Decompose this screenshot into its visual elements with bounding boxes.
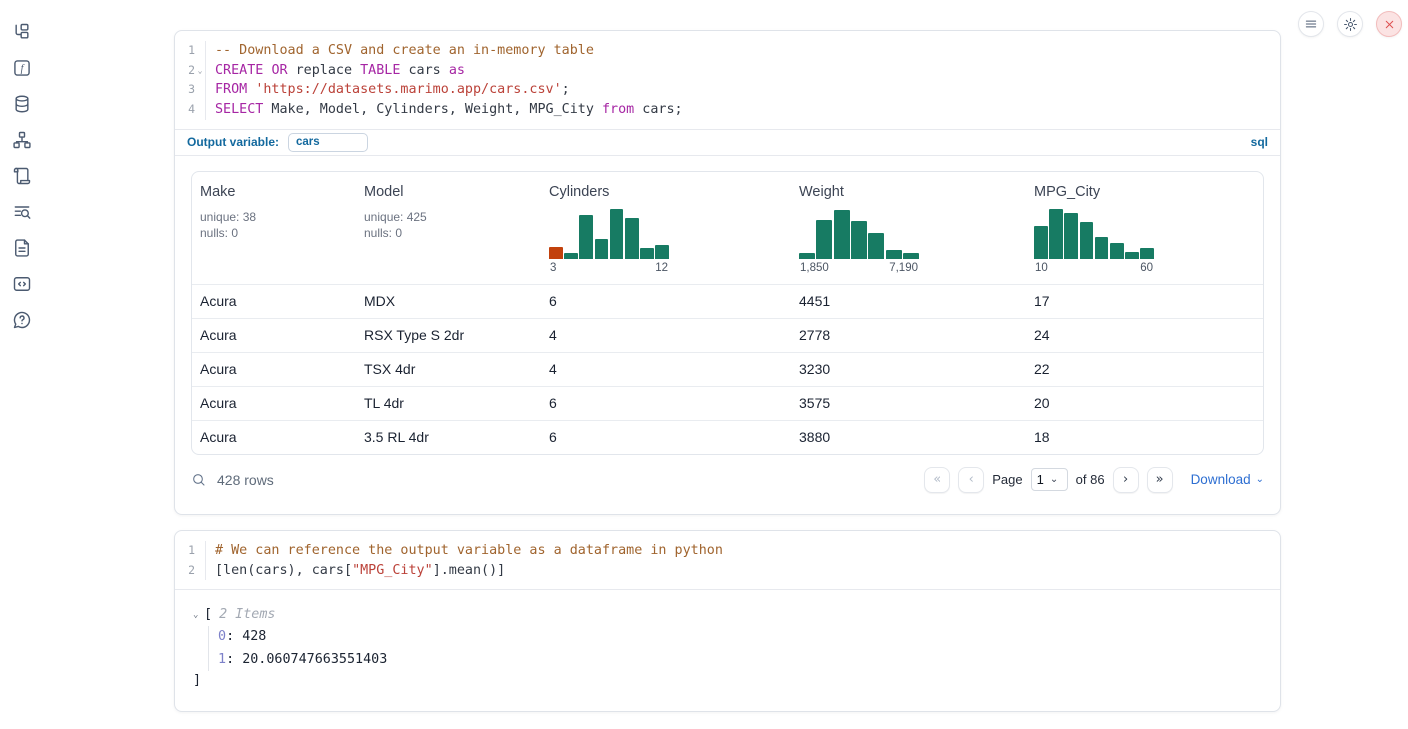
python-cell: 1# We can reference the output variable … xyxy=(174,530,1281,712)
python-output: ⌄ [ 2 Items 0: 4281: 20.060747663551403 … xyxy=(175,590,1280,705)
documentation-icon[interactable] xyxy=(12,238,32,258)
chevron-down-icon: ⌄ xyxy=(1050,474,1058,485)
list-entry: 1: 20.060747663551403 xyxy=(218,649,1262,672)
top-controls xyxy=(1298,11,1402,37)
table-cell: 6 xyxy=(541,285,791,318)
table-cell: RSX Type S 2dr xyxy=(356,319,541,352)
table-cell: TL 4dr xyxy=(356,387,541,420)
table-cell: 18 xyxy=(1026,421,1263,454)
table-footer: 428 rows « ‹ Page 1 ⌄ of 86 › » Download… xyxy=(175,455,1280,493)
menu-button[interactable] xyxy=(1298,11,1324,37)
items-count-label: 2 Items xyxy=(219,604,275,626)
table-cell: Acura xyxy=(192,387,356,420)
row-count: 428 rows xyxy=(217,472,274,488)
table-row[interactable]: Acura3.5 RL 4dr6388018 xyxy=(192,420,1263,454)
close-bracket: ] xyxy=(193,671,1262,691)
table-cell: 24 xyxy=(1026,319,1263,352)
table-cell: 6 xyxy=(541,387,791,420)
table-cell: Acura xyxy=(192,285,356,318)
last-page-button[interactable]: » xyxy=(1147,467,1173,493)
cylinders-histogram: 3 12 xyxy=(549,207,669,274)
sql-code-editor[interactable]: 1-- Download a CSV and create an in-memo… xyxy=(175,31,1280,129)
datasources-icon[interactable] xyxy=(12,94,32,114)
table-header: Make unique: 38 nulls: 0 Model unique: 4… xyxy=(192,172,1263,284)
mpg-city-histogram: 10 60 xyxy=(1034,207,1154,274)
open-bracket: [ xyxy=(204,604,212,626)
column-header-make[interactable]: Make unique: 38 nulls: 0 xyxy=(192,182,356,276)
list-entries: 0: 4281: 20.060747663551403 xyxy=(208,626,1262,671)
next-page-button[interactable]: › xyxy=(1113,467,1139,493)
table-row[interactable]: AcuraTL 4dr6357520 xyxy=(192,386,1263,420)
table-cell: Acura xyxy=(192,319,356,352)
table-body: AcuraMDX6445117AcuraRSX Type S 2dr427782… xyxy=(192,284,1263,454)
download-button[interactable]: Download ⌄ xyxy=(1191,472,1264,487)
model-nulls-stat: nulls: 0 xyxy=(364,225,533,242)
table-cell: 4 xyxy=(541,319,791,352)
table-cell: 6 xyxy=(541,421,791,454)
help-icon[interactable] xyxy=(12,310,32,330)
language-badge: sql xyxy=(1251,135,1268,149)
output-variable-row: Output variable: sql xyxy=(175,129,1280,156)
page-label: Page xyxy=(992,472,1022,487)
data-table: Make unique: 38 nulls: 0 Model unique: 4… xyxy=(191,171,1264,455)
make-nulls-stat: nulls: 0 xyxy=(200,225,348,242)
table-cell: Acura xyxy=(192,353,356,386)
settings-button[interactable] xyxy=(1337,11,1363,37)
column-header-weight[interactable]: Weight 1,850 7,190 xyxy=(791,182,1026,276)
output-variable-input[interactable] xyxy=(288,133,368,152)
table-cell: 4 xyxy=(541,353,791,386)
table-cell: 3575 xyxy=(791,387,1026,420)
table-cell: 22 xyxy=(1026,353,1263,386)
table-cell: TSX 4dr xyxy=(356,353,541,386)
table-cell: 3.5 RL 4dr xyxy=(356,421,541,454)
collapse-caret-icon[interactable]: ⌄ xyxy=(193,604,204,626)
table-cell: 4451 xyxy=(791,285,1026,318)
table-cell: 20 xyxy=(1026,387,1263,420)
make-unique-stat: unique: 38 xyxy=(200,209,348,226)
table-cell: 17 xyxy=(1026,285,1263,318)
table-cell: MDX xyxy=(356,285,541,318)
column-header-cylinders[interactable]: Cylinders 3 12 xyxy=(541,182,791,276)
prev-page-button[interactable]: ‹ xyxy=(958,467,984,493)
chevron-down-icon: ⌄ xyxy=(1256,474,1264,485)
weight-histogram: 1,850 7,190 xyxy=(799,207,919,274)
first-page-button[interactable]: « xyxy=(924,467,950,493)
sql-cell: 1-- Download a CSV and create an in-memo… xyxy=(174,30,1281,515)
python-code-editor[interactable]: 1# We can reference the output variable … xyxy=(175,531,1280,590)
output-variable-label: Output variable: xyxy=(187,135,279,149)
column-header-mpg-city[interactable]: MPG_City 10 60 xyxy=(1026,182,1263,276)
logs-icon[interactable] xyxy=(12,202,32,222)
dependency-graph-icon[interactable] xyxy=(12,130,32,150)
column-header-model[interactable]: Model unique: 425 nulls: 0 xyxy=(356,182,541,276)
svg-text:f: f xyxy=(21,64,25,75)
model-unique-stat: unique: 425 xyxy=(364,209,533,226)
snippets-icon[interactable] xyxy=(12,274,32,294)
sidebar: f xyxy=(0,0,44,729)
page-select[interactable]: 1 ⌄ xyxy=(1031,468,1068,491)
table-cell: 2778 xyxy=(791,319,1026,352)
table-row[interactable]: AcuraMDX6445117 xyxy=(192,284,1263,318)
search-icon[interactable] xyxy=(191,472,207,488)
file-explorer-icon[interactable] xyxy=(12,22,32,42)
table-cell: 3230 xyxy=(791,353,1026,386)
table-row[interactable]: AcuraRSX Type S 2dr4277824 xyxy=(192,318,1263,352)
list-entry: 0: 428 xyxy=(218,626,1262,649)
scratchpad-icon[interactable] xyxy=(12,166,32,186)
shutdown-button[interactable] xyxy=(1376,11,1402,37)
table-row[interactable]: AcuraTSX 4dr4323022 xyxy=(192,352,1263,386)
page-of-label: of 86 xyxy=(1076,472,1105,487)
table-cell: Acura xyxy=(192,421,356,454)
table-cell: 3880 xyxy=(791,421,1026,454)
variables-icon[interactable]: f xyxy=(12,58,32,78)
